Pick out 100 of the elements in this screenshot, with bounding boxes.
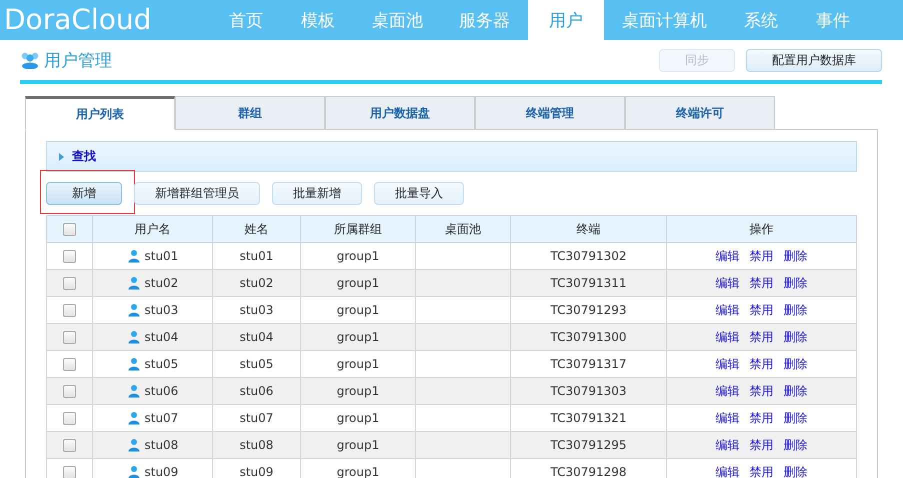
table-cell: stu09 <box>240 465 274 478</box>
table-cell: TC30791300 <box>550 330 627 344</box>
checkbox[interactable] <box>63 277 76 290</box>
action-button[interactable]: 批量导入 <box>374 182 464 205</box>
checkbox[interactable] <box>63 331 76 344</box>
action-link[interactable]: 删除 <box>784 330 808 344</box>
action-link[interactable]: 禁用 <box>750 356 774 370</box>
action-link[interactable]: 编辑 <box>716 464 740 478</box>
tab[interactable]: 群组 <box>175 96 325 130</box>
table-cell: stu06 <box>240 384 274 398</box>
table-cell: stu08 <box>240 438 274 452</box>
page-title: 用户管理 <box>44 50 113 72</box>
table-cell: stu01 <box>144 248 178 263</box>
tab[interactable]: 终端许可 <box>625 96 775 130</box>
checkbox[interactable] <box>63 358 76 372</box>
table-cell: stu05 <box>144 356 178 371</box>
table-cell: stu04 <box>240 330 274 344</box>
config-button[interactable]: 配置用户数据库 <box>746 48 882 72</box>
column-header: 操作 <box>666 216 856 242</box>
search-bar[interactable]: 查找 <box>46 141 857 172</box>
table-cell: TC30791317 <box>550 357 627 371</box>
table-cell: group1 <box>336 438 380 452</box>
action-button[interactable]: 新增 <box>46 182 122 205</box>
action-link[interactable]: 编辑 <box>716 410 740 424</box>
table-cell: stu07 <box>144 410 178 425</box>
user-icon <box>126 276 141 290</box>
user-icon <box>126 249 141 264</box>
table-cell: stu01 <box>240 249 274 263</box>
action-link[interactable]: 禁用 <box>750 438 774 452</box>
table-cell: TC30791295 <box>550 438 627 452</box>
table-cell: stu02 <box>144 276 178 290</box>
table-cell: stu06 <box>144 384 178 398</box>
checkbox[interactable] <box>63 412 76 426</box>
action-link[interactable]: 删除 <box>784 410 808 424</box>
action-link[interactable]: 禁用 <box>750 384 774 398</box>
table-cell: TC30791311 <box>550 276 627 290</box>
checkbox[interactable] <box>63 223 76 236</box>
column-header: 用户名 <box>92 216 212 242</box>
action-button[interactable]: 新增群组管理员 <box>134 182 260 205</box>
table-cell: group1 <box>336 276 380 290</box>
table-cell: TC30791303 <box>550 384 627 398</box>
table-cell: TC30791298 <box>550 465 627 478</box>
tab[interactable]: 终端管理 <box>475 96 625 130</box>
checkbox[interactable] <box>63 304 76 318</box>
action-link[interactable]: 禁用 <box>750 410 774 424</box>
action-link[interactable]: 禁用 <box>750 464 774 478</box>
checkbox[interactable] <box>63 250 76 264</box>
column-header: 所属群组 <box>300 216 416 242</box>
user-icon <box>126 330 141 344</box>
tab[interactable]: 用户列表 <box>25 96 175 130</box>
table-cell: stu09 <box>144 464 178 478</box>
user-icon <box>126 465 141 478</box>
user-icon <box>126 438 141 452</box>
action-button[interactable]: 批量新增 <box>272 182 362 205</box>
table-cell: stu03 <box>240 303 274 317</box>
user-icon <box>126 411 141 426</box>
column-header: 终端 <box>510 216 666 242</box>
table-cell: group1 <box>336 384 380 398</box>
checkbox[interactable] <box>63 466 76 478</box>
user-icon <box>126 357 141 372</box>
table-cell: group1 <box>336 357 380 371</box>
tab[interactable]: 用户数据盘 <box>325 96 475 130</box>
table-cell: TC30791321 <box>550 411 627 425</box>
action-link[interactable]: 编辑 <box>716 330 740 344</box>
table-cell: stu02 <box>240 276 274 290</box>
action-link[interactable]: 编辑 <box>716 356 740 370</box>
table-cell: TC30791293 <box>550 303 627 317</box>
action-link[interactable]: 禁用 <box>750 248 774 262</box>
table-cell: stu05 <box>240 357 274 371</box>
user-icon <box>126 303 141 318</box>
action-link[interactable]: 禁用 <box>750 330 774 344</box>
user-icon <box>126 384 141 398</box>
action-link[interactable]: 删除 <box>784 384 808 398</box>
action-link[interactable]: 删除 <box>784 276 808 290</box>
action-link[interactable]: 编辑 <box>716 302 740 316</box>
checkbox[interactable] <box>63 385 76 398</box>
action-link[interactable]: 删除 <box>784 248 808 262</box>
table-cell: group1 <box>336 330 380 344</box>
table-cell: group1 <box>336 303 380 317</box>
action-link[interactable]: 删除 <box>784 356 808 370</box>
column-header: 姓名 <box>212 216 300 242</box>
action-link[interactable]: 禁用 <box>750 302 774 316</box>
action-link[interactable]: 禁用 <box>750 276 774 290</box>
logo: DoraCloud <box>3 2 152 38</box>
users-icon <box>20 51 40 69</box>
table-cell: stu07 <box>240 411 274 425</box>
action-link[interactable]: 删除 <box>784 302 808 316</box>
table-cell: group1 <box>336 249 380 263</box>
action-link[interactable]: 编辑 <box>716 276 740 290</box>
column-header: 桌面池 <box>416 216 510 242</box>
action-link[interactable]: 删除 <box>784 438 808 452</box>
table-cell: TC30791302 <box>550 249 627 263</box>
search-label: 查找 <box>72 148 96 165</box>
action-link[interactable]: 编辑 <box>716 438 740 452</box>
action-link[interactable]: 删除 <box>784 464 808 478</box>
checkbox[interactable] <box>63 439 76 452</box>
action-link[interactable]: 编辑 <box>716 384 740 398</box>
action-link[interactable]: 编辑 <box>716 248 740 262</box>
table-cell: stu03 <box>144 302 178 317</box>
table-cell: stu04 <box>144 330 178 344</box>
